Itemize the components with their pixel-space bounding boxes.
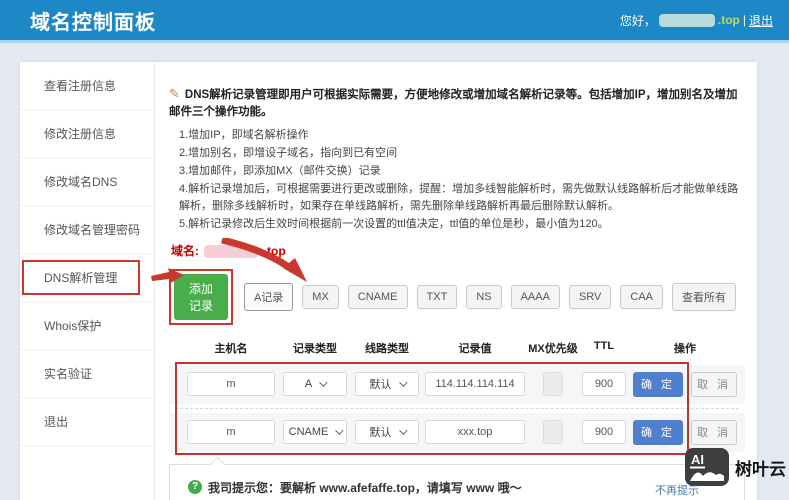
sidebar-item-label: 修改注册信息 xyxy=(44,127,116,141)
col-header-line: 线路类型 xyxy=(351,340,423,356)
note-line: 3.增加邮件，即添加MX（邮件交换）记录 xyxy=(179,163,745,180)
table-row: A 默认 确 定 取 消 xyxy=(169,365,745,404)
col-header-host: 主机名 xyxy=(183,340,279,356)
sidebar-item-label: 修改域名DNS xyxy=(44,175,117,189)
dns-intro-text: DNS解析记录管理即用户可根据实际需要，方便地修改或增加域名解析记录等。包括增加… xyxy=(169,89,738,118)
user-greeting: 您好， .top | 退出 xyxy=(620,12,773,29)
sidebar-item-label: 退出 xyxy=(44,415,68,429)
chevron-down-icon xyxy=(319,379,327,387)
ttl-input[interactable] xyxy=(582,372,626,396)
record-rows: A 默认 确 定 取 消 xyxy=(169,365,745,452)
chevron-down-icon xyxy=(336,427,344,435)
confirm-button[interactable]: 确 定 xyxy=(633,420,683,445)
question-icon: ? xyxy=(188,480,202,494)
filter-button-mx[interactable]: MX xyxy=(302,285,339,309)
sidebar-item-edit-password[interactable]: 修改域名管理密码 xyxy=(20,206,154,254)
row-divider xyxy=(175,408,739,409)
filter-button-srv[interactable]: SRV xyxy=(569,285,611,309)
greeting-text: 您好， xyxy=(620,12,656,29)
chevron-down-icon xyxy=(399,379,407,387)
col-header-value: 记录值 xyxy=(423,340,527,356)
record-type-select[interactable]: A xyxy=(283,372,347,396)
filter-button-caa[interactable]: CAA xyxy=(620,285,663,309)
cancel-button[interactable]: 取 消 xyxy=(691,372,737,397)
dns-intro: ✎DNS解析记录管理即用户可根据实际需要，方便地修改或增加域名解析记录等。包括增… xyxy=(169,84,745,122)
sidebar-item-label: Whois保护 xyxy=(44,319,101,333)
filter-button-ns[interactable]: NS xyxy=(466,285,501,309)
sidebar-item-whois[interactable]: Whois保护 xyxy=(20,302,154,350)
annotation-arrow-diagonal-icon xyxy=(219,238,311,284)
page-title: 域名控制面板 xyxy=(30,6,156,35)
table-header-row: 主机名 记录类型 线路类型 记录值 MX优先级 TTL 操作 xyxy=(169,340,745,356)
host-input[interactable] xyxy=(187,420,275,444)
svg-text:AI: AI xyxy=(691,452,704,467)
sidebar-item-exit[interactable]: 退出 xyxy=(20,398,154,446)
filter-button-txt[interactable]: TXT xyxy=(417,285,458,309)
watermark-brand: 树叶云 xyxy=(735,455,786,480)
pencil-icon: ✎ xyxy=(169,86,180,101)
filter-button-cname[interactable]: CNAME xyxy=(348,285,408,309)
content-area: ✎DNS解析记录管理即用户可根据实际需要，方便地修改或增加域名解析记录等。包括增… xyxy=(155,62,757,500)
col-header-ttl: TTL xyxy=(579,340,629,356)
host-input[interactable] xyxy=(187,372,275,396)
col-header-mx-priority: MX优先级 xyxy=(527,340,579,356)
dns-notes: 1.增加IP，即域名解析操作 2.增加别名，即增设子域名，指向到已有空间 3.增… xyxy=(169,127,745,233)
record-type-value: A xyxy=(305,378,312,390)
help-title: ? 我司提示您：要解析 www.afefaffe.top，请填写 www 哦～ xyxy=(188,479,726,496)
note-line: 2.增加别名，即增设子域名，指向到已有空间 xyxy=(179,145,745,162)
note-line: 4.解析记录增加后，可根据需要进行更改或删除，提醒：增加多线智能解析时，需先做默… xyxy=(179,181,745,215)
sidebar-item-dns-records[interactable]: DNS解析管理 xyxy=(20,254,154,302)
main-card: 查看注册信息 修改注册信息 修改域名DNS 修改域名管理密码 DNS解析管理 W… xyxy=(20,62,757,500)
col-header-actions: 操作 xyxy=(629,340,741,356)
logout-link[interactable]: 退出 xyxy=(749,12,773,29)
record-type-select[interactable]: CNAME xyxy=(283,420,347,444)
line-type-value: 默认 xyxy=(370,424,392,440)
sidebar-item-label: DNS解析管理 xyxy=(44,271,117,285)
col-header-type: 记录类型 xyxy=(279,340,351,356)
redacted-username xyxy=(659,14,715,27)
filter-button-aaaa[interactable]: AAAA xyxy=(511,285,560,309)
table-row: CNAME 默认 确 定 取 消 xyxy=(169,413,745,452)
record-value-input[interactable] xyxy=(425,372,525,396)
note-line: 5.解析记录修改后生效时间根据前一次设置的ttl值决定，ttl值的单位是秒，最小… xyxy=(179,216,745,233)
greeting-domain-suffix: .top xyxy=(718,13,740,27)
ai-image-icon: AI xyxy=(684,447,730,487)
sidebar-item-label: 修改域名管理密码 xyxy=(44,223,140,237)
line-type-select[interactable]: 默认 xyxy=(355,372,419,396)
domain-label: 域名: xyxy=(171,244,199,258)
greeting-separator: | xyxy=(743,13,746,27)
cancel-button[interactable]: 取 消 xyxy=(691,420,737,445)
sidebar-item-label: 查看注册信息 xyxy=(44,79,116,93)
ttl-input[interactable] xyxy=(582,420,626,444)
line-type-select[interactable]: 默认 xyxy=(355,420,419,444)
record-type-value: CNAME xyxy=(289,426,329,438)
dismiss-link[interactable]: 不再提示 xyxy=(655,482,699,498)
mx-priority-input[interactable] xyxy=(543,420,563,444)
line-type-value: 默认 xyxy=(370,376,392,392)
filter-button-view-all[interactable]: 查看所有 xyxy=(672,283,736,311)
filter-button-a-record[interactable]: A记录 xyxy=(244,283,293,311)
app-header: 域名控制面板 您好， .top | 退出 xyxy=(0,0,789,43)
sidebar-item-edit-dns[interactable]: 修改域名DNS xyxy=(20,158,154,206)
watermark: AI 树叶云 xyxy=(684,447,786,487)
mx-priority-input[interactable] xyxy=(543,372,563,396)
sidebar-item-view-registration[interactable]: 查看注册信息 xyxy=(20,62,154,110)
sidebar-item-real-name[interactable]: 实名验证 xyxy=(20,350,154,398)
help-title-text: 我司提示您：要解析 www.afefaffe.top，请填写 www 哦～ xyxy=(208,479,522,496)
sidebar-item-edit-registration[interactable]: 修改注册信息 xyxy=(20,110,154,158)
note-line: 1.增加IP，即域名解析操作 xyxy=(179,127,745,144)
chevron-down-icon xyxy=(399,427,407,435)
confirm-button[interactable]: 确 定 xyxy=(633,372,683,397)
record-value-input[interactable] xyxy=(425,420,525,444)
sidebar: 查看注册信息 修改注册信息 修改域名DNS 修改域名管理密码 DNS解析管理 W… xyxy=(20,62,155,500)
sidebar-item-label: 实名验证 xyxy=(44,367,92,381)
annotation-arrow-right-icon xyxy=(150,267,186,287)
